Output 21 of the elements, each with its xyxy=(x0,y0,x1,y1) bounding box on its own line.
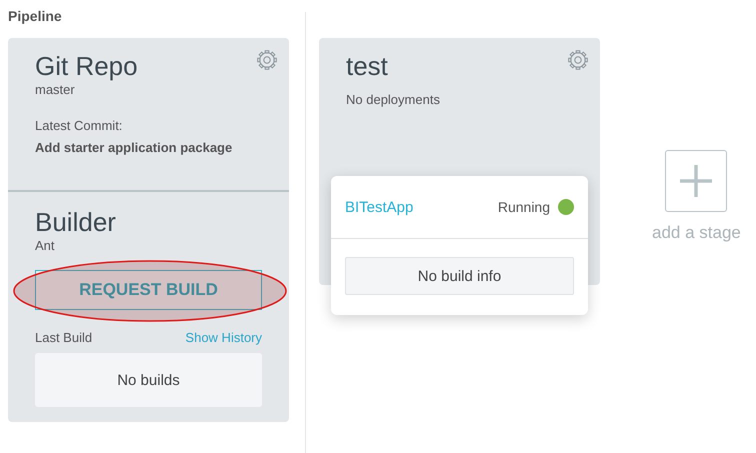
add-stage-button[interactable] xyxy=(665,150,728,212)
branch-label: master xyxy=(35,82,76,98)
add-stage-label: add a stage xyxy=(652,223,741,243)
card-title: test xyxy=(346,50,389,82)
plus-icon xyxy=(678,163,714,199)
request-build-button[interactable]: REQUEST BUILD xyxy=(35,270,262,310)
deployments-label: No deployments xyxy=(346,92,441,108)
last-build-label: Last Build xyxy=(35,329,92,347)
card-title: Git Repo xyxy=(35,50,139,82)
card-title: Builder xyxy=(35,206,117,238)
builder-type: Ant xyxy=(35,238,56,254)
commit-message: Add starter application package xyxy=(35,140,234,156)
settings-icon[interactable] xyxy=(568,50,588,70)
no-builds-panel: No builds xyxy=(35,353,262,407)
page-title: Pipeline xyxy=(8,7,63,26)
status-label: Running xyxy=(498,199,550,215)
settings-icon[interactable] xyxy=(257,50,277,70)
commit-label: Latest Commit: xyxy=(35,118,124,134)
app-name-link[interactable]: BITestApp xyxy=(345,198,498,216)
show-history-link[interactable]: Show History xyxy=(185,329,262,347)
build-info-panel: No build info xyxy=(345,257,574,295)
